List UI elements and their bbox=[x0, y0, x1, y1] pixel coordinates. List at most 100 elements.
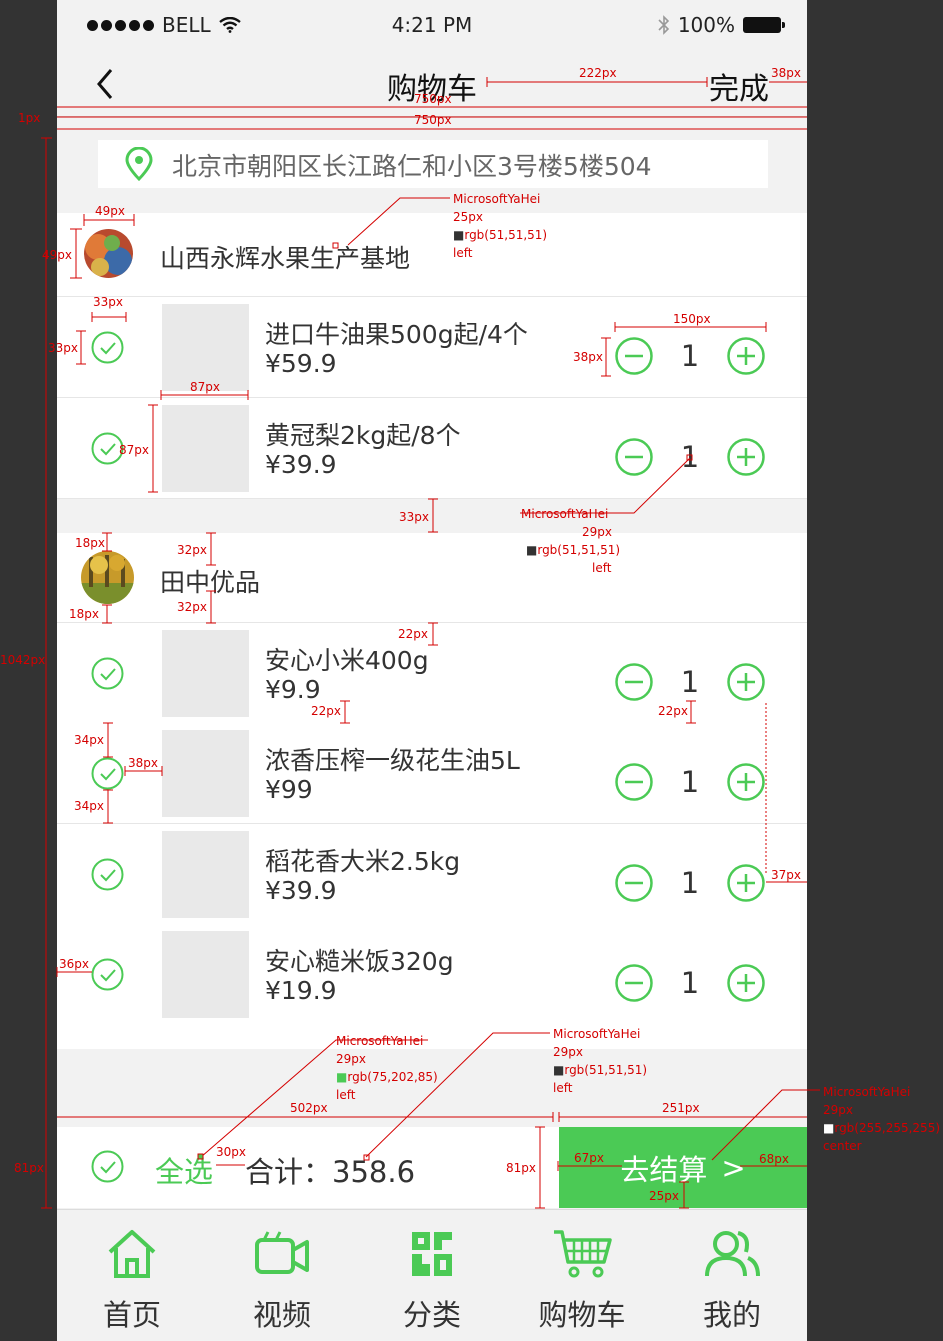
quantity-value[interactable]: 1 bbox=[672, 763, 708, 801]
category-icon bbox=[412, 1232, 452, 1276]
item-price: ¥99 bbox=[265, 775, 313, 804]
minus-circle-icon[interactable] bbox=[615, 438, 653, 476]
select-all-check-icon[interactable] bbox=[91, 1150, 124, 1183]
annotation: 32px bbox=[177, 600, 207, 614]
minus-circle-icon[interactable] bbox=[615, 864, 653, 902]
minus-circle-icon[interactable] bbox=[615, 763, 653, 801]
annotation: 34px bbox=[74, 799, 104, 813]
address-bar[interactable]: 北京市朝阳区长江路仁和小区3号楼5楼504 bbox=[98, 140, 768, 188]
item-price: ¥59.9 bbox=[265, 349, 337, 378]
quantity-value[interactable]: 1 bbox=[672, 964, 708, 1002]
minus-circle-icon[interactable] bbox=[615, 964, 653, 1002]
annotation: 22px bbox=[658, 704, 688, 718]
annotation: 29px bbox=[823, 1103, 853, 1117]
check-circle-icon[interactable] bbox=[91, 858, 124, 891]
item-price: ¥39.9 bbox=[265, 450, 337, 479]
check-circle-icon[interactable] bbox=[91, 757, 124, 790]
annotation: 25px bbox=[453, 210, 483, 224]
annotation: MicrosoftYaHei bbox=[336, 1034, 424, 1048]
annotation-color: rgb(51,51,51) bbox=[464, 228, 548, 242]
annotation: 67px bbox=[574, 1151, 604, 1165]
product-image[interactable] bbox=[162, 831, 249, 918]
plus-circle-icon[interactable] bbox=[727, 763, 765, 801]
quantity-value[interactable]: 1 bbox=[672, 864, 708, 902]
video-icon bbox=[255, 1231, 309, 1274]
annotation: 32px bbox=[177, 543, 207, 557]
status-bar: BELL 4:21 PM 100% bbox=[57, 0, 807, 52]
store-header[interactable]: 田中优品 bbox=[57, 533, 807, 623]
plus-circle-icon[interactable] bbox=[727, 337, 765, 375]
item-name: 浓香压榨一级花生油5L bbox=[265, 746, 520, 775]
annotation: 38px bbox=[573, 350, 603, 364]
annotation: 36px bbox=[59, 957, 89, 971]
item-name: 稻花香大米2.5kg bbox=[265, 847, 461, 876]
check-circle-icon[interactable] bbox=[91, 331, 124, 364]
plus-circle-icon[interactable] bbox=[727, 438, 765, 476]
item-name: 进口牛油果500g起/4个 bbox=[265, 320, 528, 349]
check-circle-icon[interactable] bbox=[91, 958, 124, 991]
tab-label: 视频 bbox=[252, 1298, 311, 1332]
minus-circle-icon[interactable] bbox=[615, 663, 653, 701]
annotation: 33px bbox=[399, 510, 429, 524]
annotation: 29px bbox=[336, 1052, 366, 1066]
annotation: left bbox=[453, 246, 473, 260]
cart-item: 稻花香大米2.5kg ¥39.9 1 bbox=[57, 824, 807, 925]
product-image[interactable] bbox=[162, 630, 249, 717]
annotation: 33px bbox=[93, 295, 123, 309]
tab-video[interactable]: 视频 bbox=[207, 1210, 357, 1341]
annotation: ■rgb(51,51,51) bbox=[453, 228, 548, 242]
annotation: 29px bbox=[553, 1045, 583, 1059]
annotation: 25px bbox=[649, 1189, 679, 1203]
annotation: 1042px bbox=[0, 653, 46, 667]
bluetooth-icon bbox=[658, 15, 669, 35]
done-button[interactable]: 完成 bbox=[709, 64, 769, 108]
item-price: ¥9.9 bbox=[265, 675, 321, 704]
battery-label: 100% bbox=[677, 13, 735, 37]
plus-circle-icon[interactable] bbox=[727, 964, 765, 1002]
chevron-right-icon: > bbox=[721, 1150, 746, 1185]
product-image[interactable] bbox=[162, 304, 249, 391]
select-all-label[interactable]: 全选 bbox=[155, 1149, 213, 1191]
annotation: 750px bbox=[414, 92, 452, 106]
tab-mine[interactable]: 我的 bbox=[657, 1210, 807, 1341]
store-header[interactable]: 山西永辉水果生产基地 bbox=[57, 213, 807, 297]
checkout-label: 去结算 bbox=[620, 1152, 708, 1187]
annotation: 87px bbox=[119, 443, 149, 457]
annotation: 81px bbox=[14, 1161, 44, 1175]
quantity-value[interactable]: 1 bbox=[672, 438, 708, 476]
annotation: 22px bbox=[311, 704, 341, 718]
annotation: 29px bbox=[582, 525, 612, 539]
check-circle-icon[interactable] bbox=[91, 657, 124, 690]
checkout-button[interactable]: 去结算 > bbox=[559, 1127, 807, 1208]
annotation: 38px bbox=[771, 66, 801, 80]
tab-home[interactable]: 首页 bbox=[57, 1210, 207, 1341]
annotation-color: rgb(51,51,51) bbox=[564, 1063, 648, 1077]
annotation-color: rgb(75,202,85) bbox=[347, 1070, 438, 1084]
annotation: 68px bbox=[759, 1152, 789, 1166]
annotation: left bbox=[336, 1088, 356, 1102]
item-name: 黄冠梨2kg起/8个 bbox=[265, 421, 461, 450]
product-image[interactable] bbox=[162, 931, 249, 1018]
annotation: 222px bbox=[579, 66, 617, 80]
plus-circle-icon[interactable] bbox=[727, 864, 765, 902]
tab-label: 购物车 bbox=[538, 1298, 626, 1332]
tab-label: 分类 bbox=[402, 1298, 461, 1332]
tab-cart[interactable]: 购物车 bbox=[507, 1210, 657, 1341]
annotation: 34px bbox=[74, 733, 104, 747]
product-image[interactable] bbox=[162, 730, 249, 817]
quantity-value[interactable]: 1 bbox=[672, 337, 708, 375]
annotation: center bbox=[823, 1139, 862, 1153]
annotation: ■rgb(255,255,255) bbox=[823, 1121, 941, 1135]
tab-label: 首页 bbox=[102, 1298, 161, 1332]
minus-circle-icon[interactable] bbox=[615, 337, 653, 375]
item-name: 安心小米400g bbox=[265, 646, 429, 675]
battery-icon bbox=[743, 17, 785, 33]
store-name: 田中优品 bbox=[160, 568, 261, 597]
plus-circle-icon[interactable] bbox=[727, 663, 765, 701]
quantity-value[interactable]: 1 bbox=[672, 663, 708, 701]
phone-screen: BELL 4:21 PM 100% 购物车 完成 北京市朝阳区长江路仁和小区3号… bbox=[57, 0, 807, 1341]
annotation: 87px bbox=[190, 380, 220, 394]
tab-category[interactable]: 分类 bbox=[357, 1210, 507, 1341]
product-image[interactable] bbox=[162, 405, 249, 492]
annotation: 22px bbox=[398, 627, 428, 641]
